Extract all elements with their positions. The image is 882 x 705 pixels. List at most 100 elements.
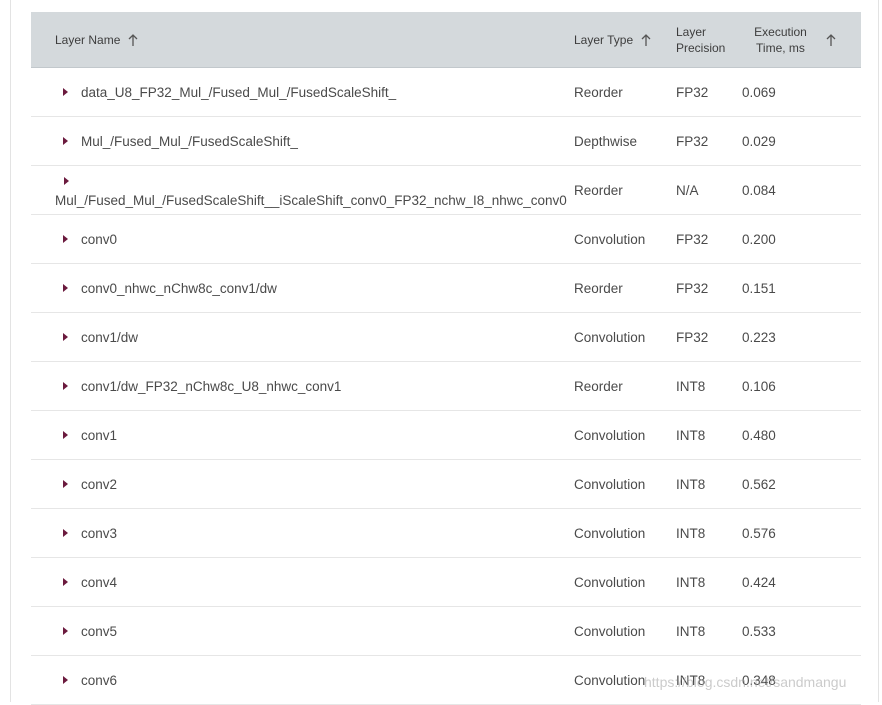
layer-precision-cell: FP32: [676, 84, 709, 100]
layer-name: Mul_/Fused_Mul_/FusedScaleShift__iScaleS…: [55, 193, 567, 208]
layer-type-cell: Convolution: [574, 231, 646, 247]
table-row[interactable]: conv0 Convolution FP32 0.200: [31, 215, 861, 264]
table-row[interactable]: conv1/dw Convolution FP32 0.223: [31, 313, 861, 362]
table-row[interactable]: conv0_nhwc_nChw8c_conv1/dw Reorder FP32 …: [31, 264, 861, 313]
execution-time-cell: 0.562: [742, 476, 776, 492]
col-execution-time-label-1: Execution: [754, 25, 807, 39]
col-layer-precision-label-2: Precision: [676, 41, 726, 55]
table-row[interactable]: conv4 Convolution INT8 0.424: [31, 558, 861, 607]
col-layer-type[interactable]: Layer Type: [574, 12, 653, 68]
layer-name: conv0_nhwc_nChw8c_conv1/dw: [81, 280, 277, 296]
layer-name-cell[interactable]: conv1: [63, 411, 117, 459]
expand-caret-icon[interactable]: [63, 431, 68, 439]
layer-name-cell[interactable]: conv4: [63, 558, 117, 606]
layer-name-cell[interactable]: conv1/dw_FP32_nChw8c_U8_nhwc_conv1: [63, 362, 341, 410]
col-execution-time-label: Execution Time, ms: [743, 24, 818, 56]
layer-name: conv0: [81, 231, 118, 247]
layer-type-cell: Reorder: [574, 280, 623, 296]
watermark-text: https://blog.csdn.net/sandmangu: [644, 674, 847, 690]
layer-name: conv1/dw: [81, 329, 139, 345]
table-row[interactable]: conv1 Convolution INT8 0.480: [31, 411, 861, 460]
col-layer-precision[interactable]: Layer Precision: [676, 12, 725, 68]
layer-name-cell[interactable]: conv1/dw: [63, 313, 138, 361]
table-row[interactable]: conv1/dw_FP32_nChw8c_U8_nhwc_conv1 Reord…: [31, 362, 861, 411]
layer-name: data_U8_FP32_Mul_/Fused_Mul_/FusedScaleS…: [81, 84, 397, 100]
layer-name-cell[interactable]: conv6: [63, 656, 117, 704]
execution-time-cell: 0.069: [742, 84, 776, 100]
layer-name-cell[interactable]: conv2: [63, 460, 117, 508]
layer-precision-cell: INT8: [676, 525, 706, 541]
table-body: data_U8_FP32_Mul_/Fused_Mul_/FusedScaleS…: [31, 68, 861, 705]
col-layer-type-label: Layer Type: [574, 33, 634, 47]
expand-caret-icon[interactable]: [63, 235, 68, 243]
sort-arrow-up-icon[interactable]: [126, 33, 140, 47]
layer-type-cell: Convolution: [574, 525, 646, 541]
layer-name-cell[interactable]: Mul_/Fused_Mul_/FusedScaleShift_: [63, 117, 298, 165]
table-row[interactable]: conv5 Convolution INT8 0.533: [31, 607, 861, 656]
layer-type-cell: Convolution: [574, 476, 646, 492]
expand-caret-icon[interactable]: [63, 88, 68, 96]
layer-precision-cell: INT8: [676, 623, 706, 639]
layers-table: Layer Name Layer Type Layer Precision Ex…: [31, 12, 861, 705]
sort-arrow-up-icon[interactable]: [639, 33, 653, 47]
sort-arrow-up-icon[interactable]: [824, 33, 838, 47]
layer-type-cell: Convolution: [574, 672, 646, 688]
layer-precision-cell: INT8: [676, 427, 706, 443]
col-execution-time-label-2: Time, ms: [756, 41, 805, 55]
col-layer-precision-label-1: Layer: [676, 25, 707, 39]
expand-caret-icon[interactable]: [63, 578, 68, 586]
expand-caret-icon[interactable]: [63, 137, 68, 145]
layer-type-cell: Reorder: [574, 84, 623, 100]
table-row[interactable]: conv3 Convolution INT8 0.576: [31, 509, 861, 558]
layer-type-cell: Convolution: [574, 574, 646, 590]
expand-caret-icon[interactable]: [63, 627, 68, 635]
execution-time-cell: 0.084: [742, 182, 776, 198]
expand-caret-icon[interactable]: [63, 284, 68, 292]
layer-type-cell: Convolution: [574, 329, 646, 345]
layer-name: conv2: [81, 476, 118, 492]
execution-time-cell: 0.029: [742, 133, 776, 149]
col-execution-time[interactable]: Execution Time, ms: [743, 12, 838, 68]
execution-time-cell: 0.223: [742, 329, 776, 345]
table-row[interactable]: Mul_/Fused_Mul_/FusedScaleShift__iScaleS…: [31, 166, 861, 215]
layer-name: Mul_/Fused_Mul_/FusedScaleShift_: [81, 133, 298, 149]
execution-time-cell: 0.151: [742, 280, 776, 296]
table-row[interactable]: data_U8_FP32_Mul_/Fused_Mul_/FusedScaleS…: [31, 68, 861, 117]
layer-name-cell[interactable]: conv0_nhwc_nChw8c_conv1/dw: [63, 264, 277, 312]
execution-time-cell: 0.533: [742, 623, 776, 639]
execution-time-cell: 0.576: [742, 525, 776, 541]
col-layer-name-label: Layer Name: [55, 33, 121, 47]
table-row[interactable]: Mul_/Fused_Mul_/FusedScaleShift_ Depthwi…: [31, 117, 861, 166]
expand-caret-icon[interactable]: [63, 382, 68, 390]
layer-precision-cell: INT8: [676, 574, 706, 590]
layer-name: conv1/dw_FP32_nChw8c_U8_nhwc_conv1: [81, 378, 342, 394]
layer-precision-cell: INT8: [676, 476, 706, 492]
layer-name: conv6: [81, 672, 118, 688]
execution-time-cell: 0.200: [742, 231, 776, 247]
table-row[interactable]: conv2 Convolution INT8 0.562: [31, 460, 861, 509]
expand-caret-icon[interactable]: [63, 676, 68, 684]
layer-name-cell[interactable]: conv3: [63, 509, 117, 557]
expand-caret-icon[interactable]: [63, 529, 68, 537]
layer-name-cell[interactable]: conv0: [63, 215, 117, 263]
layer-precision-cell: FP32: [676, 329, 709, 345]
expand-caret-icon[interactable]: [63, 333, 68, 341]
layer-name-cell[interactable]: conv5: [63, 607, 117, 655]
table-header: Layer Name Layer Type Layer Precision Ex…: [31, 12, 861, 68]
col-layer-name[interactable]: Layer Name: [55, 12, 140, 68]
layer-precision-cell: FP32: [676, 231, 709, 247]
layer-name: conv4: [81, 574, 118, 590]
layer-precision-cell: FP32: [676, 133, 709, 149]
layer-name: conv5: [81, 623, 118, 639]
layer-type-cell: Depthwise: [574, 133, 638, 149]
layer-name-cell[interactable]: data_U8_FP32_Mul_/Fused_Mul_/FusedScaleS…: [63, 68, 396, 116]
layer-type-cell: Convolution: [574, 427, 646, 443]
layer-name: conv3: [81, 525, 118, 541]
execution-time-cell: 0.424: [742, 574, 776, 590]
layer-name: conv1: [81, 427, 118, 443]
layer-precision-cell: N/A: [676, 182, 699, 198]
expand-caret-icon[interactable]: [63, 480, 68, 488]
expand-caret-icon[interactable]: [64, 177, 69, 185]
execution-time-cell: 0.106: [742, 378, 776, 394]
layer-type-cell: Reorder: [574, 182, 623, 198]
